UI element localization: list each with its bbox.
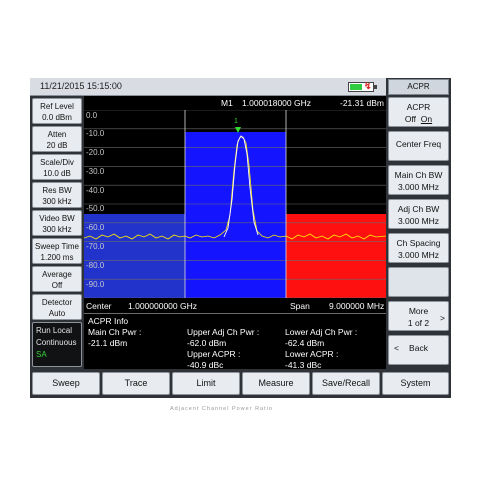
more-button[interactable]: More 1 of 2 > xyxy=(388,301,449,331)
atten-button[interactable]: Atten 20 dB xyxy=(32,126,82,152)
main-ch-pwr-value: -21.1 dBm xyxy=(88,338,128,348)
menu-system[interactable]: System xyxy=(382,372,449,395)
adj-ch-bw-button[interactable]: Adj Ch BW 3.000 MHz xyxy=(388,199,449,229)
spectrum-screen: M1 1.000018000 GHz -21.31 dBm 1 0.0 -10.… xyxy=(83,96,387,370)
battery-icon: ↯ xyxy=(348,81,377,92)
upper-adj-pwr-value: -62.0 dBm xyxy=(187,338,227,348)
marker-level: -21.31 dBm xyxy=(340,98,384,108)
span-label: Span xyxy=(290,301,310,311)
spectrum-plot[interactable]: 1 0.0 -10.0 -20.0 -30.0 -40.0 -50.0 -60.… xyxy=(83,109,387,299)
menu-trace[interactable]: Trace xyxy=(102,372,170,395)
sweep-time-button[interactable]: Sweep Time 1.200 ms xyxy=(32,238,82,264)
center-label: Center xyxy=(86,301,112,311)
parameter-panel: Ref Level 0.0 dBm Atten 20 dB Scale/Div 10.… xyxy=(30,96,84,369)
marker-glyph: 1 xyxy=(234,118,238,125)
lower-adj-pwr-label: Lower Adj Ch Pwr : xyxy=(285,327,358,337)
menu-save-recall[interactable]: Save/Recall xyxy=(312,372,380,395)
lower-adj-pwr-value: -62.4 dBm xyxy=(285,338,325,348)
average-button[interactable]: Average Off xyxy=(32,266,82,292)
center-freq-button[interactable]: Center Freq xyxy=(388,131,449,161)
upper-adj-pwr-label: Upper Adj Ch Pwr : xyxy=(187,327,260,337)
y-tick: -60.0 xyxy=(86,223,105,232)
y-tick: -20.0 xyxy=(86,148,105,157)
main-menu-bar: Sweep Trace Limit Measure Save/Recall Sy… xyxy=(30,369,451,398)
chevron-left-icon: < xyxy=(394,343,399,353)
detector-button[interactable]: Detector Auto xyxy=(32,294,82,320)
menu-sweep[interactable]: Sweep xyxy=(32,372,100,395)
marker-label: M1 xyxy=(221,98,233,108)
upper-adjacent-channel xyxy=(286,214,386,298)
video-bw-button[interactable]: Video BW 300 kHz xyxy=(32,210,82,236)
softkey-menu-title: ACPR xyxy=(388,79,449,95)
chevron-right-icon: > xyxy=(440,313,445,323)
lower-acpr-label: Lower ACPR : xyxy=(285,349,339,359)
acpr-info-panel: ACPR Info Main Ch Pwr : -21.1 dBm Upper … xyxy=(84,313,386,370)
y-tick: -90.0 xyxy=(86,280,105,289)
scale-div-button[interactable]: Scale/Div 10.0 dB xyxy=(32,154,82,180)
span-value: 9.000000 MHz xyxy=(329,301,385,311)
menu-limit[interactable]: Limit xyxy=(172,372,240,395)
main-ch-bw-button[interactable]: Main Ch BW 3.000 MHz xyxy=(388,165,449,195)
acpr-toggle-button[interactable]: ACPR Off On xyxy=(388,97,449,127)
empty-softkey xyxy=(388,267,449,297)
y-tick: -80.0 xyxy=(86,261,105,270)
analyzer-window: 11/21/2015 15:15:00 ↯ Ref Level 0.0 dBm A… xyxy=(30,78,451,398)
figure-caption: Adjacent Channel Power Ratio xyxy=(170,406,273,412)
back-button[interactable]: < Back xyxy=(388,335,449,365)
y-tick: -10.0 xyxy=(86,129,105,138)
run-status: Run Local Continuous SA xyxy=(32,322,82,367)
y-tick: -30.0 xyxy=(86,167,105,176)
status-bar: 11/21/2015 15:15:00 ↯ xyxy=(30,78,386,96)
upper-acpr-label: Upper ACPR : xyxy=(187,349,241,359)
y-tick: -40.0 xyxy=(86,186,105,195)
y-tick: -50.0 xyxy=(86,204,105,213)
y-tick: -70.0 xyxy=(86,242,105,251)
y-tick: 0.0 xyxy=(86,111,98,120)
ch-spacing-button[interactable]: Ch Spacing 3.000 MHz xyxy=(388,233,449,263)
menu-measure[interactable]: Measure xyxy=(242,372,310,395)
marker-frequency: 1.000018000 GHz xyxy=(242,98,311,108)
softkey-panel: ACPR ACPR Off On Center Freq Main Ch BW 3… xyxy=(386,78,451,369)
res-bw-button[interactable]: Res BW 300 kHz xyxy=(32,182,82,208)
ref-level-button[interactable]: Ref Level 0.0 dBm xyxy=(32,98,82,124)
datetime: 11/21/2015 15:15:00 xyxy=(40,81,122,91)
center-value: 1.000000000 GHz xyxy=(128,301,197,311)
acpr-info-title: ACPR Info xyxy=(88,316,129,326)
main-ch-pwr-label: Main Ch Pwr : xyxy=(88,327,142,337)
spectrum-graph: 1 xyxy=(83,109,387,299)
